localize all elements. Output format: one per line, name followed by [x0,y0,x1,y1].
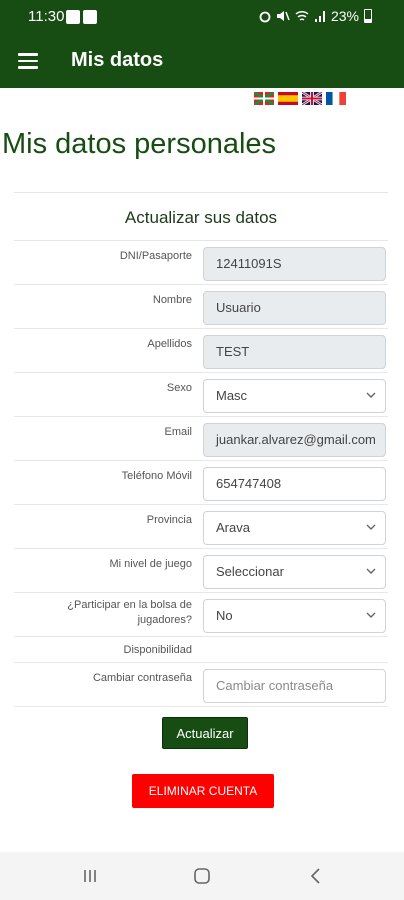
recent-apps-icon[interactable] [78,864,102,888]
english-flag-icon[interactable] [302,92,322,105]
email-label: Email [164,426,192,438]
status-time: 11:30 [28,8,65,25]
gallery-notification-icon [66,10,80,24]
provincia-row: Provincia Arava [14,505,388,549]
nivel-label: Mi nivel de juego [109,558,192,570]
app-bar-title: Mis datos [71,49,164,71]
apellidos-field[interactable]: TEST [203,335,386,369]
chevron-down-icon [366,524,376,530]
nombre-row: Nombre Usuario [14,285,388,329]
sexo-row: Sexo Masc [14,373,388,417]
dni-label: DNI/Pasaporte [119,250,192,262]
nivel-row: Mi nivel de juego Seleccionar [14,549,388,593]
dni-row: DNI/Pasaporte 12411091S [14,241,388,285]
spanish-flag-icon[interactable] [278,92,298,105]
mute-icon [276,11,290,21]
wifi-icon [295,10,309,21]
bolsa-row: ¿Participar en la bolsa de jugadores? No [14,593,388,637]
profile-form: Actualizar sus datos DNI/Pasaporte 12411… [14,192,388,707]
nombre-label: Nombre [152,294,192,306]
page-heading: Mis datos personales [2,128,277,160]
chevron-down-icon [366,612,376,618]
status-bar: 11:30 23% [0,0,404,34]
provincia-value: Arava [216,520,250,535]
contrasena-row: Cambiar contraseña Cambiar contraseña [14,663,388,707]
chevron-down-icon [366,568,376,574]
password-input[interactable]: Cambiar contraseña [203,669,386,703]
bolsa-value: No [216,608,233,623]
nombre-field[interactable]: Usuario [203,291,386,325]
telefono-label: Teléfono Móvil [121,470,192,482]
sexo-value: Masc [216,388,248,403]
chevron-down-icon [366,392,376,398]
update-button[interactable]: Actualizar [162,717,248,749]
basque-flag-icon[interactable] [254,92,274,105]
bolsa-select[interactable]: No [203,599,386,633]
email-field[interactable]: juankar.alvarez@gmail.com [203,423,386,457]
contrasena-label: Cambiar contraseña [92,672,192,684]
system-nav-bar [0,852,404,900]
disponibilidad-row: Disponibilidad [14,637,388,663]
notification-icons [66,10,97,24]
telefono-field[interactable]: 654747408 [203,467,386,501]
app-bar: Mis datos [0,34,404,88]
language-selector [254,92,346,105]
back-icon[interactable] [304,864,328,888]
provincia-select[interactable]: Arava [203,511,386,545]
apellidos-label: Apellidos [147,338,192,350]
provincia-label: Provincia [146,514,192,526]
telefono-row: Teléfono Móvil 654747408 [14,461,388,505]
apellidos-row: Apellidos TEST [14,329,388,373]
home-icon[interactable] [190,864,214,888]
sexo-select[interactable]: Masc [203,379,386,413]
sexo-label: Sexo [166,382,192,394]
email-row: Email juankar.alvarez@gmail.com [14,417,388,461]
alarm-icon [259,11,271,23]
signal-icon [314,11,325,22]
battery-percent: 23% [330,8,359,24]
bolsa-label: ¿Participar en la bolsa de jugadores? [67,599,192,626]
nivel-value: Seleccionar [216,564,284,579]
disponibilidad-label: Disponibilidad [123,644,193,656]
app-notification-icon [83,10,97,24]
system-icons: 23% [259,8,372,24]
french-flag-icon[interactable] [326,92,346,105]
delete-account-button[interactable]: ELIMINAR CUENTA [132,774,274,808]
battery-icon [364,9,372,23]
nivel-select[interactable]: Seleccionar [203,555,386,589]
hamburger-menu-icon[interactable] [18,53,38,69]
form-title: Actualizar sus datos [14,193,388,241]
dni-field[interactable]: 12411091S [203,247,386,281]
